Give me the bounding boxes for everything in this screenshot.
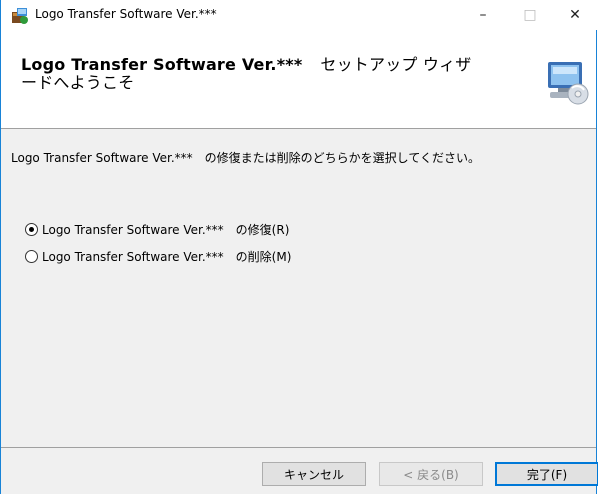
close-button[interactable]: ✕: [552, 0, 598, 30]
back-button[interactable]: < 戻る(B): [379, 462, 483, 486]
remove-option[interactable]: Logo Transfer Software Ver.*** の削除(M): [25, 247, 291, 265]
remove-radio[interactable]: [25, 249, 38, 263]
title-bar[interactable]: Logo Transfer Software Ver.*** – □ ✕: [1, 0, 598, 30]
setup-wizard-window: Logo Transfer Software Ver.*** – □ ✕ Log…: [0, 0, 598, 494]
wizard-body: Logo Transfer Software Ver.*** の修復または削除の…: [1, 129, 596, 447]
window-title: Logo Transfer Software Ver.***: [35, 7, 217, 21]
remove-option-label[interactable]: Logo Transfer Software Ver.*** の削除(M): [42, 248, 291, 265]
wizard-header: Logo Transfer Software Ver.*** セットアップ ウィザ…: [1, 30, 596, 129]
wizard-title: Logo Transfer Software Ver.*** セットアップ ウィザ…: [21, 56, 531, 92]
cancel-button[interactable]: キャンセル: [262, 462, 366, 486]
repair-radio[interactable]: [25, 222, 38, 236]
minimize-button[interactable]: –: [460, 0, 506, 30]
computer-cd-icon: [548, 62, 589, 105]
repair-option-label[interactable]: Logo Transfer Software Ver.*** の修復(R): [42, 221, 289, 238]
installer-icon: [12, 8, 28, 24]
wizard-title-suffix: セットアップ ウィザ: [320, 55, 472, 74]
instruction-text: Logo Transfer Software Ver.*** の修復または削除の…: [11, 151, 480, 165]
wizard-footer: キャンセル < 戻る(B) 完了(F): [1, 447, 598, 494]
wizard-title-product: Logo Transfer Software Ver.***: [21, 55, 303, 74]
maximize-button[interactable]: □: [507, 0, 553, 30]
finish-button[interactable]: 完了(F): [495, 462, 598, 486]
wizard-title-line2: ードへようこそ: [21, 73, 135, 92]
repair-option[interactable]: Logo Transfer Software Ver.*** の修復(R): [25, 220, 289, 238]
